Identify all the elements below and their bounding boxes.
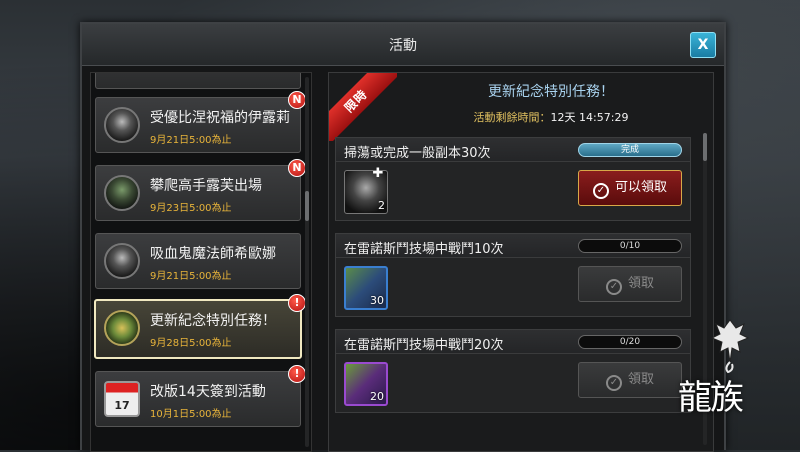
activity-date: 9月21日5:00為止 — [150, 271, 232, 282]
list-scrollbar[interactable] — [305, 77, 309, 447]
detail-scrollbar-thumb[interactable] — [703, 133, 707, 161]
list-item-activity[interactable]: 17 改版14天簽到活動 10月1日5:00為止 ! — [95, 365, 306, 427]
check-icon: ✓ — [605, 279, 622, 295]
list-item-activity-selected[interactable]: 更新紀念特別任務！ 9月28日5:00為止 ! — [94, 294, 306, 359]
check-icon: ✓ — [592, 183, 609, 199]
new-badge: N — [288, 91, 306, 109]
task-title: 在雷諾斯鬥技場中戰鬥10次 — [344, 242, 504, 257]
activity-date: 10月1日5:00為止 — [150, 409, 232, 420]
avatar-vampire-icon — [104, 243, 140, 279]
activity-title: 吸血鬼魔法師希歐娜 — [150, 246, 276, 262]
activity-list[interactable]: 受優比涅祝福的伊露莉 9月21日5:00為止 N 攀爬高手露芙出場 9月23日5… — [90, 72, 312, 452]
activity-title: 受優比涅祝福的伊露莉 — [150, 110, 290, 126]
task-row: 掃蕩或完成一般副本30次 完成 2 ✚ ✓ 可以領取 — [335, 137, 691, 221]
claim-button-disabled[interactable]: ✓ 領取 — [578, 266, 682, 302]
task-header: 掃蕩或完成一般副本30次 完成 — [336, 138, 690, 162]
task-header: 在雷諾斯鬥技場中戰鬥10次 0/10 — [336, 234, 690, 258]
ribbon-label: 限時 — [329, 73, 397, 141]
game-logo: 龍族 — [678, 318, 788, 438]
reward-count: 30 — [370, 294, 384, 307]
calendar-icon: 17 — [104, 381, 140, 417]
new-badge: N — [288, 159, 306, 177]
task-progress: 完成 — [578, 143, 682, 157]
task-title: 在雷諾斯鬥技場中戰鬥20次 — [344, 338, 504, 353]
detail-title: 更新紀念特別任務！ — [488, 84, 614, 100]
reward-count: 20 — [370, 390, 384, 403]
close-button[interactable]: X — [690, 32, 716, 58]
task-progress: 0/10 — [578, 239, 682, 253]
list-scrollbar-thumb[interactable] — [305, 191, 309, 221]
title-bar: 活動 X — [82, 24, 724, 66]
activity-date: 9月28日5:00為止 — [150, 338, 232, 349]
puzzle-piece-icon: ✚ — [372, 166, 384, 181]
alert-badge: ! — [288, 294, 306, 312]
trumpet-icon — [104, 310, 140, 346]
timer-label: 活動剩餘時間： — [473, 111, 551, 124]
task-row: 在雷諾斯鬥技場中戰鬥20次 0/20 20 ✓ 領取 — [335, 329, 691, 413]
task-header: 在雷諾斯鬥技場中戰鬥20次 0/20 — [336, 330, 690, 354]
check-icon: ✓ — [605, 375, 622, 391]
activity-title: 改版14天簽到活動 — [150, 384, 266, 400]
list-item-activity[interactable]: 受優比涅祝福的伊露莉 9月21日5:00為止 N — [95, 91, 306, 153]
timer: 活動剩餘時間：12天 14:57:29 — [389, 109, 713, 125]
avatar-woman-icon — [104, 107, 140, 143]
timer-value: 12天 14:57:29 — [550, 111, 629, 124]
dragon-icon — [710, 319, 750, 374]
task-row: 在雷諾斯鬥技場中戰鬥10次 0/10 30 ✓ 領取 — [335, 233, 691, 317]
activity-title: 攀爬高手露芙出場 — [150, 178, 262, 194]
reward-count: 2 — [378, 199, 385, 212]
logo-text: 龍族 — [678, 378, 744, 418]
window-title: 活動 — [389, 38, 417, 54]
list-item-partial[interactable] — [95, 73, 301, 89]
reward-item-book[interactable]: 30 — [344, 266, 388, 310]
activity-date: 9月21日5:00為止 — [150, 135, 232, 146]
alert-badge: ! — [288, 365, 306, 383]
claim-button-disabled[interactable]: ✓ 領取 — [578, 362, 682, 398]
task-title: 掃蕩或完成一般副本30次 — [344, 146, 491, 161]
reward-item-book[interactable]: 20 — [344, 362, 388, 406]
claim-button-label: 領取 — [627, 276, 654, 291]
claim-button[interactable]: ✓ 可以領取 — [578, 170, 682, 206]
activity-detail: 限時 更新紀念特別任務！ 活動剩餘時間：12天 14:57:29 掃蕩或完成一般… — [328, 72, 714, 452]
claim-button-label: 領取 — [627, 372, 654, 387]
activity-title: 更新紀念特別任務！ — [150, 313, 276, 329]
task-progress: 0/20 — [578, 335, 682, 349]
list-item-activity[interactable]: 攀爬高手露芙出場 9月23日5:00為止 N — [95, 159, 306, 221]
activity-date: 9月23日5:00為止 — [150, 203, 232, 214]
limited-time-ribbon: 限時 — [329, 73, 397, 141]
list-item-activity[interactable]: 吸血鬼魔法師希歐娜 9月21日5:00為止 — [95, 233, 301, 289]
avatar-climber-icon — [104, 175, 140, 211]
activity-window: 活動 X 受優比涅祝福的伊露莉 9月21日5:00為止 N 攀爬高手露芙出場 9… — [80, 22, 726, 452]
claim-button-label: 可以領取 — [614, 180, 667, 195]
